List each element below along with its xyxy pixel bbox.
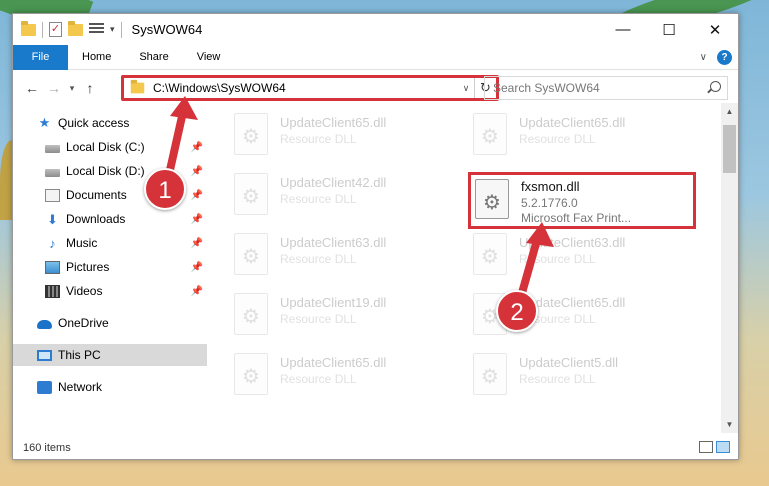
arrow-to-fxsmon [516, 222, 554, 304]
callout-badge-1: 1 [144, 168, 186, 210]
arrow-to-address-bar [166, 96, 198, 174]
callout-arrows [166, 96, 554, 304]
callout-badge-2: 2 [496, 290, 538, 332]
